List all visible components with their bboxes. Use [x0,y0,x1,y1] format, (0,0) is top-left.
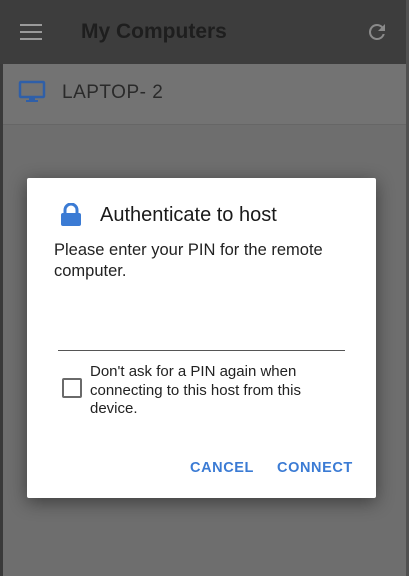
monitor-icon [18,80,46,104]
auth-dialog: Authenticate to host Please enter your P… [27,178,376,498]
remember-label: Don't ask for a PIN again when connectin… [90,363,301,417]
edge-strip [0,64,3,576]
cancel-button[interactable]: CANCEL [190,460,254,476]
app-bar: My Computers [0,0,409,64]
menu-icon[interactable] [20,24,42,40]
list-item[interactable]: LAPTOP- 2 [0,64,409,125]
refresh-icon[interactable] [365,20,389,44]
pin-input[interactable] [58,318,345,351]
computer-name: LAPTOP- 2 [62,82,164,103]
page-title: My Computers [81,20,227,43]
lock-icon [60,202,82,227]
remember-checkbox[interactable] [62,378,82,398]
connect-button[interactable]: CONNECT [277,460,353,476]
dialog-message: Please enter your PIN for the remote com… [54,241,323,280]
dialog-title: Authenticate to host [100,204,277,226]
